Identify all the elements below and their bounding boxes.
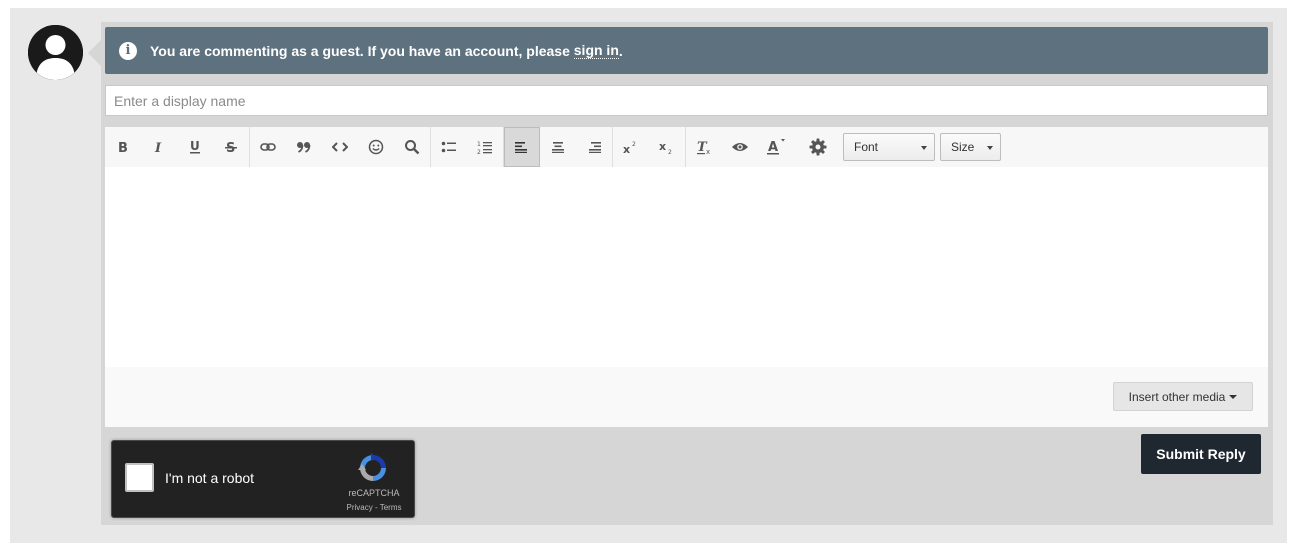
bulleted-list-button[interactable] — [431, 127, 467, 167]
svg-text:A: A — [768, 140, 778, 155]
insert-other-media-label: Insert other media — [1128, 389, 1226, 404]
avatar-pointer — [88, 40, 101, 66]
quote-icon — [297, 142, 311, 153]
align-right-button[interactable] — [576, 127, 612, 167]
svg-text:I: I — [154, 141, 162, 154]
recaptcha-widget: I'm not a robot reCAPTCHA Privacy - Term… — [111, 440, 415, 518]
code-button[interactable] — [322, 127, 358, 167]
recaptcha-label: I'm not a robot — [165, 470, 255, 486]
rich-text-editor: B I U S 12 x 2 x 2 T x A Font Size Inser… — [105, 127, 1268, 427]
align-center-icon — [552, 142, 564, 153]
size-dropdown[interactable]: Size — [940, 133, 1001, 161]
bold-button[interactable]: B — [105, 127, 141, 167]
code-icon — [332, 142, 348, 152]
sign-in-link[interactable]: sign in — [573, 42, 619, 59]
avatar — [28, 25, 83, 80]
display-name-input[interactable] — [105, 85, 1268, 116]
gear-icon — [809, 138, 827, 156]
align-left-button[interactable] — [504, 127, 540, 167]
strikethrough-button[interactable]: S — [213, 127, 249, 167]
svg-text:2: 2 — [668, 149, 672, 154]
settings-button[interactable] — [800, 127, 836, 167]
align-center-button[interactable] — [540, 127, 576, 167]
bold-icon: B — [118, 141, 128, 154]
clear-formatting-icon: Tx — [697, 140, 710, 155]
superscript-button[interactable]: x2 — [613, 127, 649, 167]
align-right-icon — [589, 142, 601, 153]
editor-footer: Insert other media — [105, 367, 1268, 427]
subscript-icon: x2 — [659, 140, 672, 154]
subscript-button[interactable]: x2 — [649, 127, 685, 167]
clear-formatting-button[interactable]: Tx — [686, 127, 722, 167]
editor-toolbar: B I U S 12 x 2 x 2 T x A Font Size — [105, 127, 1268, 167]
search-icon — [405, 140, 420, 155]
svg-text:x: x — [659, 140, 666, 153]
strikethrough-icon: S — [225, 141, 237, 154]
italic-button[interactable]: I — [141, 127, 177, 167]
numbered-list-button[interactable]: 12 — [467, 127, 503, 167]
guest-notice: i You are commenting as a guest. If you … — [105, 27, 1268, 74]
svg-text:x: x — [623, 143, 630, 154]
text-color-button[interactable]: A — [758, 127, 794, 167]
svg-text:2: 2 — [477, 149, 481, 155]
editor-content-area[interactable] — [105, 167, 1268, 367]
underline-button[interactable]: U — [177, 127, 213, 167]
underline-icon: U — [190, 139, 200, 154]
quote-button[interactable] — [286, 127, 322, 167]
svg-text:U: U — [190, 139, 200, 153]
smiley-icon — [368, 139, 384, 155]
svg-text:2: 2 — [632, 141, 636, 148]
insert-other-media-button[interactable]: Insert other media — [1113, 382, 1253, 411]
font-dropdown-label: Font — [854, 140, 879, 154]
chevron-down-icon — [987, 146, 993, 150]
info-icon: i — [119, 41, 137, 60]
recaptcha-checkbox[interactable] — [125, 463, 154, 492]
numbered-list-icon: 12 — [477, 141, 492, 155]
svg-text:1: 1 — [477, 141, 481, 148]
preview-button[interactable] — [722, 127, 758, 167]
svg-text:x: x — [706, 148, 710, 155]
recaptcha-privacy-terms-links[interactable]: Privacy - Terms — [337, 503, 411, 512]
font-dropdown[interactable]: Font — [843, 133, 935, 161]
eye-icon — [732, 143, 748, 151]
recaptcha-logo-icon — [358, 453, 386, 481]
emoji-button[interactable] — [358, 127, 394, 167]
caret-down-icon — [1229, 394, 1238, 399]
bulleted-list-icon — [441, 141, 456, 153]
recaptcha-brand: reCAPTCHA — [348, 488, 400, 498]
link-button[interactable] — [250, 127, 286, 167]
user-silhouette-icon — [28, 25, 83, 80]
link-icon — [260, 143, 276, 151]
text-color-icon: A — [767, 139, 785, 155]
superscript-icon: x2 — [623, 141, 636, 154]
svg-text:B: B — [118, 141, 128, 154]
chevron-down-icon — [921, 146, 927, 150]
submit-reply-button[interactable]: Submit Reply — [1141, 434, 1261, 474]
size-dropdown-label: Size — [951, 140, 975, 154]
align-left-icon — [515, 142, 527, 153]
notice-text: You are commenting as a guest. If you ha… — [150, 42, 570, 59]
notice-text-end: . — [618, 42, 623, 59]
search-button[interactable] — [394, 127, 430, 167]
italic-icon: I — [154, 141, 162, 154]
